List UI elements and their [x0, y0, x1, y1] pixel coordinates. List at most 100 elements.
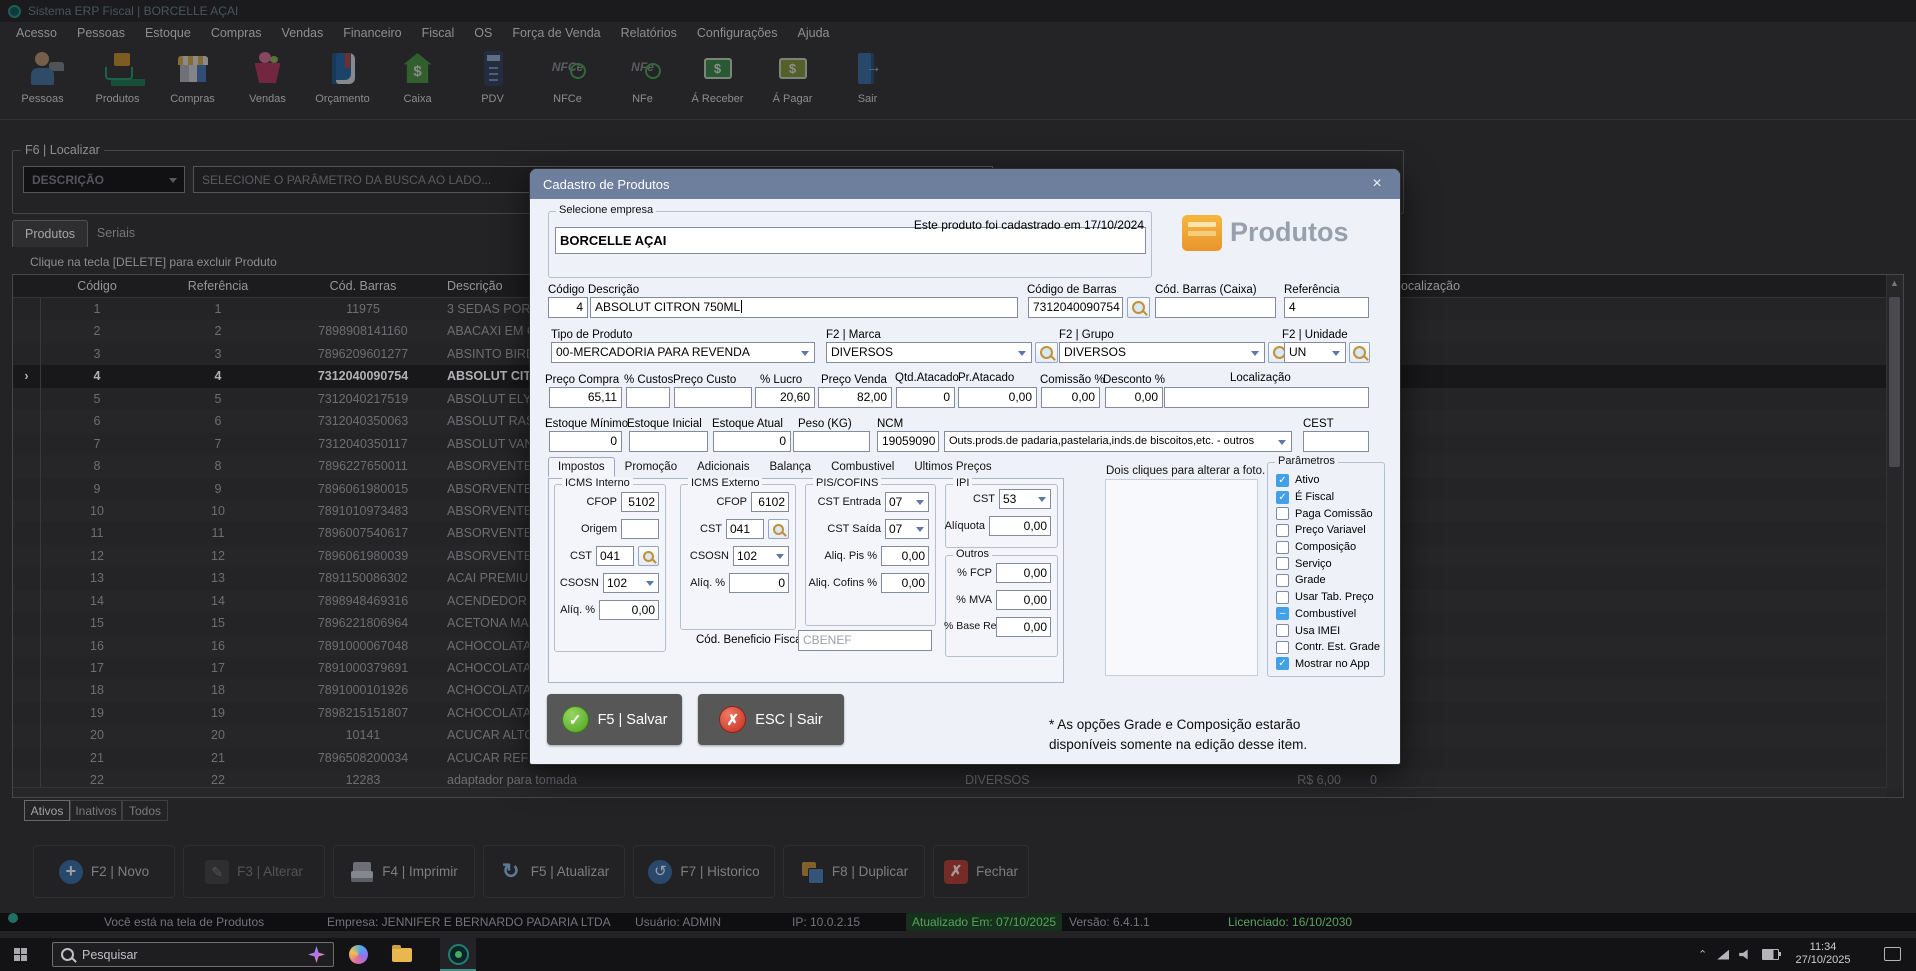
estoque-min-field[interactable]: 0	[549, 431, 622, 452]
param-usa-imei[interactable]: Usa IMEI	[1268, 622, 1384, 639]
param-servi-o[interactable]: Serviço	[1268, 555, 1384, 572]
cst-saida-select[interactable]: 07	[885, 519, 929, 539]
unidade-search-button[interactable]	[1349, 342, 1370, 363]
param-pre-o-variavel[interactable]: Preço Variavel	[1268, 522, 1384, 539]
descricao-field[interactable]: ABSOLUT CITRON 750ML	[590, 297, 1018, 318]
alterar-button[interactable]: F3 | Alterar	[183, 845, 325, 898]
file-explorer-button[interactable]	[384, 938, 420, 971]
save-button[interactable]: ✓ F5 | Salvar	[547, 694, 682, 745]
dialog-tab-combustivel[interactable]: Combustivel	[821, 457, 904, 477]
menu-estoque[interactable]: Estoque	[135, 26, 201, 40]
toolbar-compras-button[interactable]: Compras	[155, 43, 230, 119]
menu-compras[interactable]: Compras	[201, 26, 272, 40]
param-grade[interactable]: Grade	[1268, 572, 1384, 589]
menu-financeiro[interactable]: Financeiro	[333, 26, 411, 40]
aliq-pis-field[interactable]: 0,00	[881, 546, 929, 566]
referencia-field[interactable]: 4	[1284, 297, 1369, 318]
vertical-scrollbar[interactable]: ▲	[1886, 275, 1903, 788]
barras-caixa-field[interactable]	[1155, 297, 1276, 318]
toolbar-pessoas-button[interactable]: Pessoas	[5, 43, 80, 119]
unidade-select[interactable]: UN	[1284, 342, 1346, 363]
param-paga-comiss-o[interactable]: Paga Comissão	[1268, 505, 1384, 522]
param-usar-tab-pre-o[interactable]: Usar Tab. Preço	[1268, 589, 1384, 606]
taskbar-clock[interactable]: 11:34 27/10/2025	[1780, 941, 1866, 967]
marca-select[interactable]: DIVERSOS	[826, 342, 1032, 363]
icms-ext-aliq-field[interactable]: 0	[729, 573, 789, 593]
imprimir-button[interactable]: F4 | Imprimir	[333, 845, 475, 898]
base-reduzida-field[interactable]: 0,00	[996, 617, 1051, 637]
dialog-titlebar[interactable]: Cadastro de Produtos	[530, 169, 1400, 199]
col-codigo[interactable]: Código	[41, 275, 153, 297]
toolbar-caixa-button[interactable]: Caixa	[380, 43, 455, 119]
cst-entrada-select[interactable]: 07	[885, 492, 929, 512]
toolbar-apagar-button[interactable]: Á Pagar	[755, 43, 830, 119]
menu-fiscal[interactable]: Fiscal	[412, 26, 465, 40]
aliq-cofins-field[interactable]: 0,00	[881, 573, 929, 593]
cest-field[interactable]	[1303, 431, 1369, 452]
pr-atacado-field[interactable]: 0,00	[958, 387, 1037, 408]
col-localizacao[interactable]: Localização	[1394, 275, 1460, 297]
product-photo[interactable]	[1105, 479, 1258, 676]
menu-pessoas[interactable]: Pessoas	[67, 26, 135, 40]
toolbar-produtos-button[interactable]: Produtos	[80, 43, 155, 119]
icms-int-csosn-select[interactable]: 102	[603, 573, 659, 593]
estoque-ini-field[interactable]	[629, 431, 708, 452]
historico-button[interactable]: F7 | Historico	[633, 845, 775, 898]
toolbar-pdv-button[interactable]: PDV	[455, 43, 530, 119]
param-ativo[interactable]: ✓Ativo	[1268, 472, 1384, 489]
menu-força-de-venda[interactable]: Força de Venda	[502, 26, 610, 40]
marca-search-button[interactable]	[1035, 342, 1058, 363]
icms-int-cst-field[interactable]: 041	[596, 546, 634, 566]
param--fiscal[interactable]: ✓É Fiscal	[1268, 489, 1384, 506]
grupo-select[interactable]: DIVERSOS	[1059, 342, 1265, 363]
erp-app-button[interactable]	[440, 938, 476, 971]
toolbar-nfce-button[interactable]: NFCe	[530, 43, 605, 119]
scroll-up-icon[interactable]: ▲	[1890, 278, 1899, 288]
beneficio-field[interactable]: CBENEF	[798, 630, 932, 651]
icms-int-cst-search-button[interactable]	[638, 546, 659, 566]
toolbar-sair-button[interactable]: Sair	[830, 43, 905, 119]
param-contr-est-grade[interactable]: Contr. Est. Grade	[1268, 639, 1384, 656]
icms-int-aliq-field[interactable]: 0,00	[599, 600, 659, 620]
icms-ext-cfop-field[interactable]: 6102	[751, 492, 789, 512]
dialog-tab-adicionais[interactable]: Adicionais	[687, 457, 759, 477]
horizontal-scrollbar[interactable]	[13, 787, 1887, 797]
ipi-aliquota-field[interactable]: 0,00	[989, 516, 1051, 536]
tipo-select[interactable]: 00-MERCADORIA PARA REVENDA	[551, 342, 815, 363]
fcp-field[interactable]: 0,00	[996, 563, 1051, 583]
preco-venda-field[interactable]: 82,00	[818, 387, 892, 408]
ncm-field[interactable]: 19059090	[877, 431, 939, 452]
tray-chevron-icon[interactable]: ⌃	[1698, 948, 1707, 961]
fechar-button[interactable]: Fechar	[933, 845, 1029, 898]
col-barras[interactable]: Cód. Barras	[283, 275, 443, 297]
barras-search-button[interactable]	[1127, 297, 1150, 318]
toolbar-areceber-button[interactable]: Á Receber	[680, 43, 755, 119]
filter-tab-inativos[interactable]: Inativos	[70, 800, 122, 821]
qtd-atacado-field[interactable]: 0	[896, 387, 955, 408]
taskbar-search[interactable]: Pesquisar	[52, 942, 334, 967]
localizacao-field[interactable]	[1164, 387, 1369, 408]
peso-field[interactable]	[793, 431, 870, 452]
tray-icons[interactable]: ⌃	[1698, 938, 1779, 971]
toolbar-nfe-button[interactable]: NFe	[605, 43, 680, 119]
icms-int-origem-field[interactable]	[621, 519, 659, 539]
battery-icon[interactable]	[1762, 949, 1779, 960]
menu-acesso[interactable]: Acesso	[6, 26, 67, 40]
preco-custo-field[interactable]	[674, 387, 752, 408]
icms-ext-cst-field[interactable]: 041	[726, 519, 764, 539]
dialog-tab-impostos[interactable]: Impostos	[548, 457, 615, 477]
menu-vendas[interactable]: Vendas	[272, 26, 334, 40]
param-composi-o[interactable]: Composição	[1268, 539, 1384, 556]
dialog-tab-ultimos-preços[interactable]: Ultimos Preços	[904, 457, 1001, 477]
toolbar-orcamento-button[interactable]: Orçamento	[305, 43, 380, 119]
copilot-button[interactable]	[340, 938, 376, 971]
codigo-field[interactable]: 4	[548, 297, 588, 318]
novo-button[interactable]: F2 | Novo	[33, 845, 175, 898]
preco-compra-field[interactable]: 65,11	[549, 387, 622, 408]
duplicar-button[interactable]: F8 | Duplicar	[783, 845, 925, 898]
lucro-field[interactable]: 20,60	[755, 387, 815, 408]
ipi-cst-select[interactable]: 53	[999, 489, 1051, 509]
network-icon[interactable]	[1717, 950, 1729, 960]
param-mostrar-no-app[interactable]: ✓Mostrar no App	[1268, 656, 1384, 673]
volume-icon[interactable]	[1739, 949, 1752, 960]
